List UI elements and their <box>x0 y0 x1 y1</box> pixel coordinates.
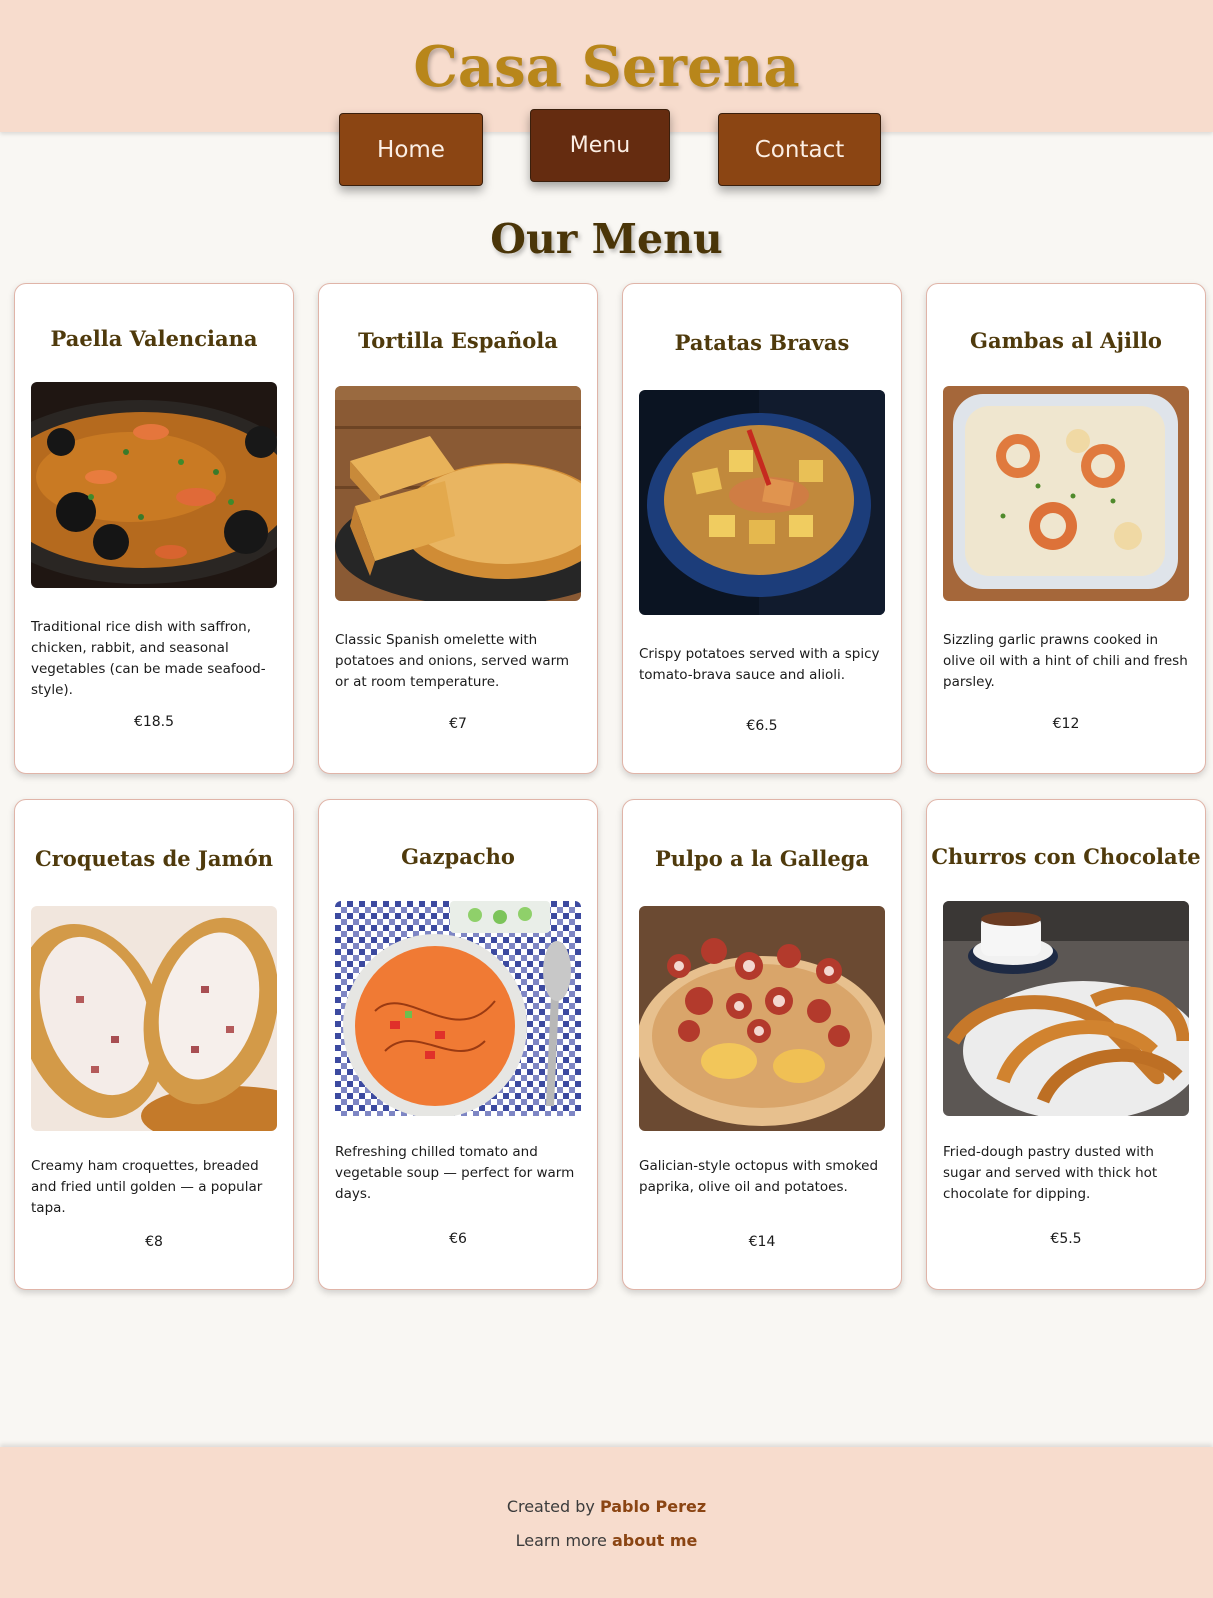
site-title: Casa Serena <box>413 34 800 100</box>
nav-contact-button[interactable]: Contact <box>718 113 881 186</box>
menu-item-description: Fried-dough pastry dusted with sugar and… <box>943 1144 1158 1202</box>
menu-item-description: Sizzling garlic prawns cooked in olive o… <box>943 632 1188 690</box>
menu-item-name: Patatas Bravas <box>674 330 850 355</box>
menu-item-description: Refreshing chilled tomato and vegetable … <box>335 1144 575 1202</box>
menu-item-price: €7 <box>449 716 467 732</box>
patatas-bravas-photo <box>639 390 885 615</box>
paella-photo <box>31 382 277 588</box>
menu-card-gazpacho: Gazpacho Refreshing chilled tomato and v <box>318 799 598 1290</box>
about-me-link[interactable]: about me <box>612 1531 697 1550</box>
croquetas-photo <box>31 906 277 1131</box>
menu-item-name: Pulpo a la Gallega <box>655 846 869 871</box>
menu-item-price: €5.5 <box>1050 1231 1082 1247</box>
menu-card-tortilla: Tortilla Española Classic Spanish omelet… <box>318 283 598 774</box>
pulpo-photo <box>639 906 885 1131</box>
nav-menu-button[interactable]: Menu <box>530 109 670 182</box>
menu-card-gambas: Gambas al Ajillo Sizzling garlic prawns … <box>926 283 1206 774</box>
footer-learn-label: Learn more <box>515 1531 607 1550</box>
author-link[interactable]: Pablo Perez <box>600 1497 706 1516</box>
site-footer: Created by Pablo Perez Learn more about … <box>0 1447 1213 1598</box>
menu-item-name: Gazpacho <box>401 844 515 869</box>
menu-item-description: Traditional rice dish with saffron, chic… <box>31 619 266 698</box>
nav-home-button[interactable]: Home <box>339 113 483 186</box>
menu-item-price: €8 <box>145 1234 163 1250</box>
menu-card-croquetas: Croquetas de Jamón Creamy ham croquettes… <box>14 799 294 1290</box>
menu-item-price: €18.5 <box>133 714 175 730</box>
menu-card-pulpo: Pulpo a la Gallega Galician-style octopu… <box>622 799 902 1290</box>
menu-heading: Our Menu <box>490 215 723 263</box>
menu-card-paella: Paella Valenciana Traditional rice dish … <box>14 283 294 774</box>
footer-credit: Created by Pablo Perez <box>0 1496 1213 1518</box>
menu-item-name: Paella Valenciana <box>50 326 258 351</box>
churros-photo <box>943 901 1189 1116</box>
menu-item-description: Classic Spanish omelette with potatoes a… <box>335 632 570 690</box>
footer-about: Learn more about me <box>0 1530 1213 1552</box>
menu-item-price: €6 <box>449 1231 467 1247</box>
menu-card-churros: Churros con Chocolate Fried-dough pastry… <box>926 799 1206 1290</box>
menu-card-patatas-bravas: Patatas Bravas Crispy potatoes served wi… <box>622 283 902 774</box>
menu-item-price: €14 <box>748 1234 776 1250</box>
gambas-photo <box>943 386 1189 601</box>
menu-item-description: Galician-style octopus with smoked papri… <box>639 1158 879 1195</box>
menu-item-description: Creamy ham croquettes, breaded and fried… <box>31 1158 263 1216</box>
tortilla-photo <box>335 386 581 601</box>
menu-item-name: Gambas al Ajillo <box>970 328 1162 353</box>
menu-item-price: €12 <box>1052 716 1080 732</box>
footer-created-label: Created by <box>506 1497 595 1516</box>
gazpacho-photo <box>335 901 581 1116</box>
menu-item-price: €6.5 <box>746 718 778 734</box>
menu-item-description: Crispy potatoes served with a spicy toma… <box>639 646 880 683</box>
menu-item-name: Croquetas de Jamón <box>35 846 273 871</box>
menu-item-name: Tortilla Española <box>358 328 558 353</box>
menu-item-name: Churros con Chocolate <box>931 844 1201 869</box>
